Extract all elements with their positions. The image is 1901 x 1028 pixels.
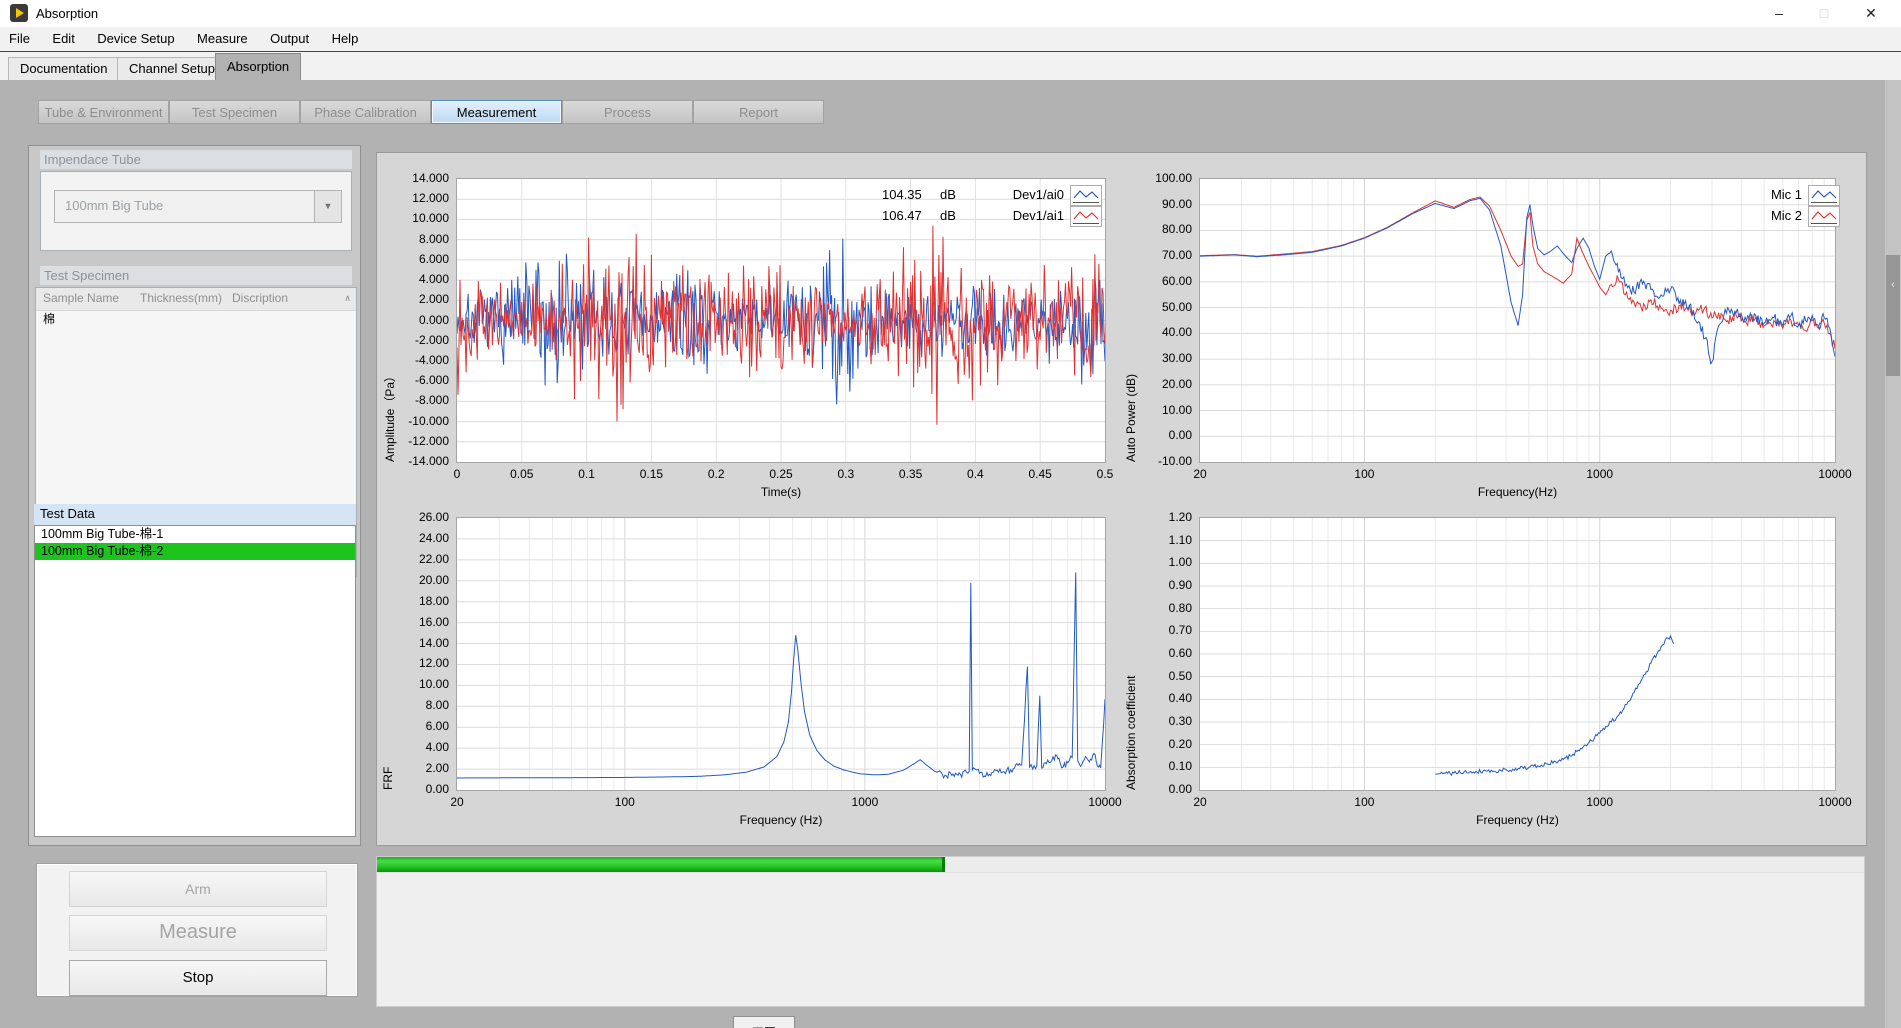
column-thickness: Thickness(mm): [140, 291, 222, 305]
x-axis-label: Frequency (Hz): [1200, 813, 1835, 827]
x-tick-label: 100: [583, 795, 667, 809]
impedance-tube-dropdown-value: 100mm Big Tube: [65, 198, 163, 213]
level-readout-value: 104.35: [882, 187, 922, 202]
progress-bar-fill: [377, 857, 945, 872]
x-axis-label: Frequency(Hz): [1200, 485, 1835, 499]
menu-file[interactable]: File: [0, 27, 39, 51]
frf-plot: [457, 518, 1105, 790]
dropdown-arrow-icon[interactable]: ▼: [314, 191, 341, 222]
frf-chart: 26.0024.0022.0020.0018.0016.0014.0012.00…: [456, 517, 1106, 791]
subtab-measurement[interactable]: Measurement: [431, 100, 562, 124]
window-title: Absorption: [36, 6, 98, 21]
lower-panel: [376, 856, 1865, 1007]
subtab-phase-calibration[interactable]: Phase Calibration: [300, 100, 431, 124]
table-row[interactable]: 棉: [36, 310, 356, 328]
legend-waveform-icon[interactable]: [1070, 206, 1102, 227]
run-arrow-icon: [16, 8, 24, 18]
measurement-buttons-panel: Arm Measure Stop: [36, 863, 358, 997]
tab-channel-setup[interactable]: Channel Setup: [117, 57, 227, 80]
menu-measure[interactable]: Measure: [188, 27, 257, 51]
series-frf: [457, 572, 1105, 778]
main-tab-strip: Documentation Channel Setup Absorption: [0, 52, 1901, 80]
x-tick-label: 10000: [1063, 795, 1147, 809]
menu-device-setup[interactable]: Device Setup: [88, 27, 183, 51]
y-axis-label: Auto Power (dB): [1124, 179, 1138, 462]
y-axis-label: Amplitude（Pa）: [381, 179, 398, 462]
x-axis-label: Time(s): [457, 485, 1105, 499]
legend-label[interactable]: Mic 1: [1712, 187, 1802, 202]
y-axis-label: FRF: [381, 518, 395, 790]
column-discription: Discription: [232, 291, 288, 305]
menu-bar: File Edit Device Setup Measure Output He…: [0, 27, 1901, 52]
legend-label[interactable]: Mic 2: [1712, 208, 1802, 223]
legend-waveform-icon[interactable]: [1070, 185, 1102, 206]
x-tick-label: 100: [1322, 467, 1406, 481]
menu-edit[interactable]: Edit: [43, 27, 83, 51]
title-bar: Absorption – □ ✕: [0, 0, 1901, 27]
x-tick-label: 1000: [1558, 467, 1642, 481]
test-data-header: Test Data: [34, 504, 356, 525]
level-readout-value: 106.47: [882, 208, 922, 223]
subtab-tube-environment[interactable]: Tube & Environment: [38, 100, 169, 124]
x-tick-label: 10000: [1793, 795, 1877, 809]
menu-help[interactable]: Help: [323, 27, 368, 51]
legend-label[interactable]: Dev1/ai0: [974, 187, 1064, 202]
x-tick-label: 20: [1158, 467, 1242, 481]
legend-waveform-icon[interactable]: [1808, 185, 1840, 206]
tab-absorption[interactable]: Absorption: [215, 53, 301, 80]
x-tick-label: 20: [1158, 795, 1242, 809]
time-domain-chart: 14.00012.00010.0008.0006.0004.0002.0000.…: [456, 178, 1106, 463]
x-axis-label: Frequency (Hz): [457, 813, 1105, 827]
test-specimen-header: Test Specimen: [40, 266, 352, 285]
level-readout-unit: dB: [940, 208, 956, 223]
right-scrollbar[interactable]: ‹: [1885, 80, 1901, 1028]
scrollbar-thumb[interactable]: ‹: [1886, 255, 1900, 376]
sidebar-panel: Impendace Tube 100mm Big Tube ▼ Test Spe…: [28, 145, 361, 846]
bottom-clipped-tab[interactable]: 画图: [733, 1016, 795, 1028]
charts-panel: 14.00012.00010.0008.0006.0004.0002.0000.…: [376, 152, 1867, 846]
menu-output[interactable]: Output: [261, 27, 318, 51]
stop-button[interactable]: Stop: [69, 960, 327, 996]
absorption-coefficient-plot: [1200, 518, 1835, 790]
legend-waveform-icon[interactable]: [1808, 206, 1840, 227]
subtab-test-specimen[interactable]: Test Specimen: [169, 100, 300, 124]
column-sample-name: Sample Name: [43, 291, 119, 305]
auto-power-chart: 100.0090.0080.0070.0060.0050.0040.0030.0…: [1199, 178, 1836, 463]
measure-button[interactable]: Measure: [69, 915, 327, 951]
absorption-chart: 1.201.101.000.900.800.700.600.500.400.30…: [1199, 517, 1836, 791]
test-specimen-table-header: Sample Name Thickness(mm) Discription ∧: [36, 288, 356, 311]
x-tick-label: 1000: [823, 795, 907, 809]
app-window: Absorption – □ ✕ File Edit Device Setup …: [0, 0, 1901, 1028]
y-axis-label: Absorption coefficient: [1124, 518, 1138, 790]
x-tick-label: 20: [415, 795, 499, 809]
series-mic-1: [1200, 198, 1835, 363]
x-tick-label: 1000: [1558, 795, 1642, 809]
app-icon: [10, 4, 28, 22]
subtab-report[interactable]: Report: [693, 100, 824, 124]
maximize-button[interactable]: □: [1802, 0, 1846, 27]
x-tick-label: 100: [1322, 795, 1406, 809]
arm-button[interactable]: Arm: [69, 871, 327, 907]
minimize-button[interactable]: –: [1757, 0, 1801, 27]
impedance-tube-group: 100mm Big Tube ▼: [40, 171, 352, 251]
tab-documentation[interactable]: Documentation: [8, 57, 119, 80]
test-data-list[interactable]: 100mm Big Tube-棉-1 100mm Big Tube-棉-2: [34, 525, 356, 837]
list-item[interactable]: 100mm Big Tube-棉-1: [35, 526, 355, 543]
client-area: Tube & Environment Test Specimen Phase C…: [0, 80, 1901, 1028]
subtab-process[interactable]: Process: [562, 100, 693, 124]
x-tick-label: 0.5: [1063, 467, 1147, 481]
close-button[interactable]: ✕: [1849, 0, 1893, 27]
x-tick-label: 10000: [1793, 467, 1877, 481]
progress-bar: [377, 857, 1864, 873]
impedance-tube-header: Impendace Tube: [40, 150, 352, 169]
series-absorption: [1435, 636, 1673, 775]
scroll-up-icon[interactable]: ∧: [344, 293, 351, 304]
impedance-tube-dropdown[interactable]: 100mm Big Tube ▼: [54, 190, 342, 223]
level-readout-unit: dB: [940, 187, 956, 202]
list-item-selected[interactable]: 100mm Big Tube-棉-2: [35, 543, 355, 560]
legend-label[interactable]: Dev1/ai1: [974, 208, 1064, 223]
